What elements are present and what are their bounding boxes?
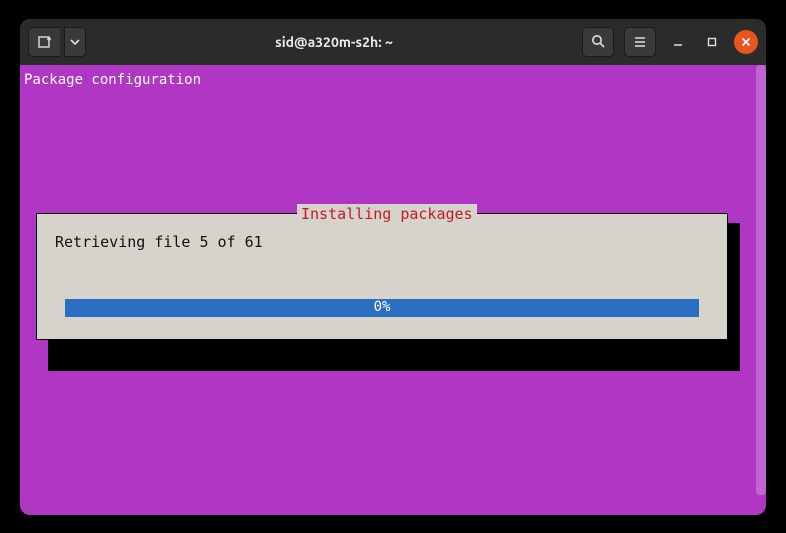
titlebar-right-controls	[582, 27, 758, 57]
chevron-down-icon	[70, 37, 80, 47]
dialog-message: Retrieving file 5 of 61	[37, 222, 727, 253]
progress-label: 0%	[374, 298, 391, 318]
tab-dropdown-button[interactable]	[64, 27, 86, 57]
dialog-border-right	[485, 213, 715, 214]
minimize-button[interactable]	[666, 30, 690, 54]
terminal-window: sid@a320m-s2h: ~ Package configuration	[20, 19, 766, 515]
titlebar: sid@a320m-s2h: ~	[20, 19, 766, 65]
hamburger-icon	[633, 35, 647, 49]
titlebar-left-controls	[28, 27, 86, 57]
search-button[interactable]	[582, 27, 614, 57]
scrollbar-thumb[interactable]	[756, 65, 766, 495]
progress-bar: 0%	[65, 299, 699, 317]
window-title: sid@a320m-s2h: ~	[92, 34, 576, 50]
minimize-icon	[672, 36, 684, 48]
progress-container: 0%	[65, 299, 699, 317]
install-dialog: Installing packages Retrieving file 5 of…	[36, 213, 728, 340]
terminal-viewport[interactable]: Package configuration Installing package…	[20, 65, 766, 515]
menu-button[interactable]	[624, 27, 656, 57]
new-tab-button[interactable]	[28, 27, 60, 57]
maximize-icon	[706, 36, 718, 48]
search-icon	[591, 34, 606, 49]
close-button[interactable]	[734, 30, 758, 54]
maximize-button[interactable]	[700, 30, 724, 54]
new-tab-icon	[37, 34, 53, 50]
dialog-border-left	[49, 213, 289, 214]
dialog-title: Installing packages	[297, 204, 477, 225]
close-icon	[741, 37, 751, 47]
dialog-title-row: Installing packages	[37, 206, 727, 222]
package-config-header: Package configuration	[24, 71, 762, 91]
dialog-container: Installing packages Retrieving file 5 of…	[36, 213, 728, 340]
scrollbar[interactable]	[756, 65, 766, 495]
